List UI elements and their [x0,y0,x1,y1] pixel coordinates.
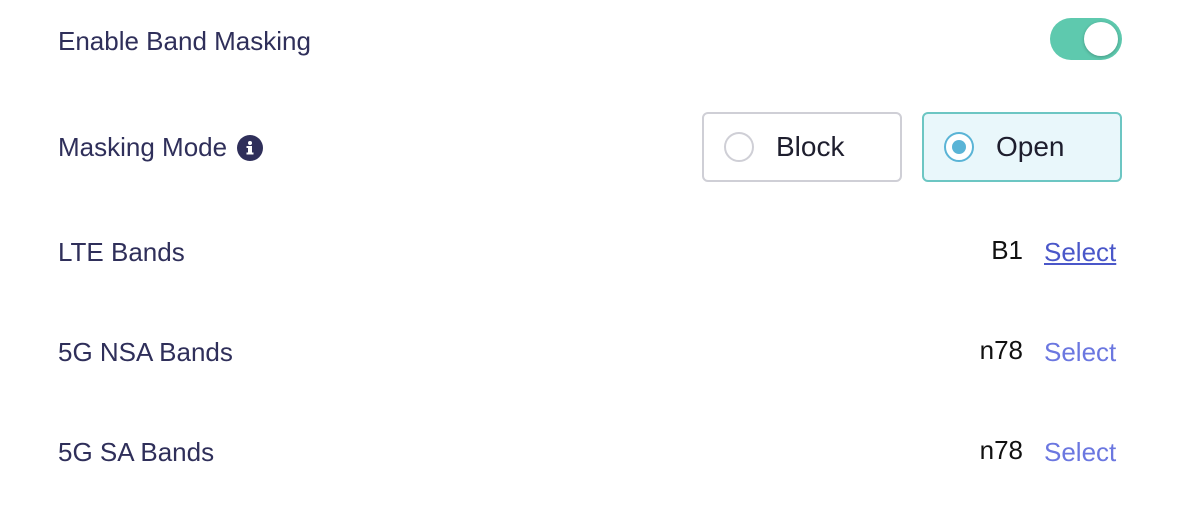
masking-mode-label-group: Masking Mode [58,132,264,163]
mode-option-label: Open [996,131,1065,162]
band-masking-row: Enable Band Masking [0,20,1182,64]
5g-sa-bands-select-link[interactable]: Select [1044,437,1116,468]
masking-mode-label: Masking Mode [58,132,228,162]
5g-nsa-bands-select-link[interactable]: Select [1044,337,1116,368]
lte-bands-value: B1 [991,235,1023,265]
5g-nsa-bands-value: n78 [979,335,1023,365]
radio-button-block[interactable] [724,132,754,162]
toggle-knob [1084,22,1118,56]
lte-bands-select-link[interactable]: Select [1044,237,1116,268]
band-masking-toggle[interactable] [1050,18,1122,60]
radio-button-open[interactable] [944,132,974,162]
band-masking-panel: Enable Band Masking Masking Mode Block O… [0,0,1182,516]
mode-option-block[interactable]: Block [702,112,902,182]
5g-nsa-bands-label: 5G NSA Bands [58,337,233,367]
band-masking-label: Enable Band Masking [58,26,311,56]
info-icon[interactable] [237,134,264,161]
mode-option-open[interactable]: Open [922,112,1122,182]
5g-sa-bands-value: n78 [979,435,1023,465]
lte-bands-label: LTE Bands [58,237,185,267]
mode-option-label: Block [776,131,845,162]
5g-sa-bands-label: 5G SA Bands [58,437,215,467]
